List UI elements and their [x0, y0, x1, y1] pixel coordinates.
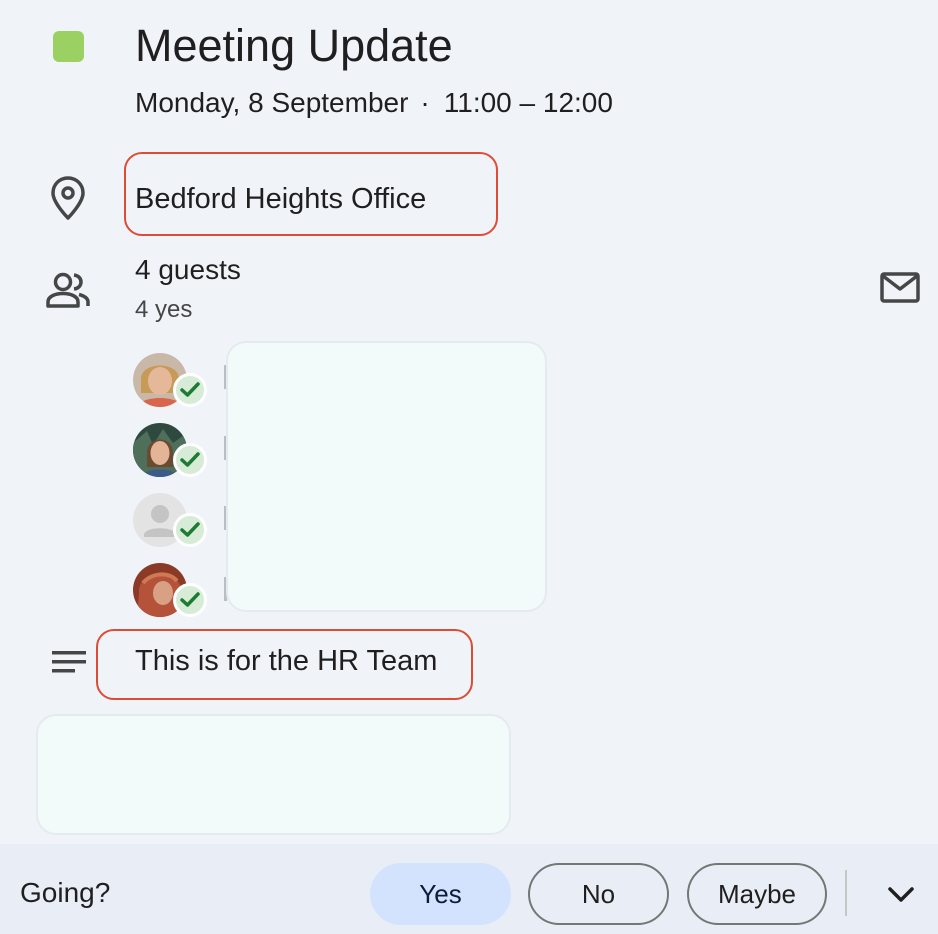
guests-rsvp-summary: 4 yes	[135, 296, 193, 323]
redacted-content	[36, 714, 511, 835]
event-date: Monday, 8 September	[135, 87, 409, 118]
going-label: Going?	[20, 877, 111, 908]
guest-item[interactable]	[133, 563, 213, 623]
mail-icon[interactable]	[878, 270, 922, 306]
accepted-check-icon	[173, 373, 207, 407]
chevron-down-icon[interactable]	[884, 878, 918, 912]
location-text[interactable]: Bedford Heights Office	[135, 180, 426, 218]
guest-item[interactable]	[133, 423, 213, 483]
accepted-check-icon	[173, 513, 207, 547]
event-datetime: Monday, 8 September · 11:00 – 12:00	[135, 84, 613, 122]
partial-avatar-icon	[884, 0, 920, 4]
footer-divider	[845, 870, 847, 916]
event-time: 11:00 – 12:00	[443, 87, 613, 118]
rsvp-yes-button[interactable]: Yes	[370, 863, 511, 925]
guest-item[interactable]	[133, 493, 213, 553]
rsvp-maybe-button[interactable]: Maybe	[687, 863, 827, 925]
event-title: Meeting Update	[135, 20, 453, 71]
location-pin-icon	[51, 176, 85, 220]
guest-item[interactable]	[133, 353, 213, 413]
accepted-check-icon	[173, 583, 207, 617]
notes-icon	[52, 651, 86, 673]
guests-count: 4 guests	[135, 254, 241, 285]
datetime-separator: ·	[420, 87, 430, 118]
rsvp-no-button[interactable]: No	[528, 863, 669, 925]
event-color-swatch	[53, 31, 84, 62]
description-text: This is for the HR Team	[135, 645, 438, 677]
accepted-check-icon	[173, 443, 207, 477]
people-icon	[46, 272, 90, 308]
redacted-guest-names	[226, 341, 547, 612]
